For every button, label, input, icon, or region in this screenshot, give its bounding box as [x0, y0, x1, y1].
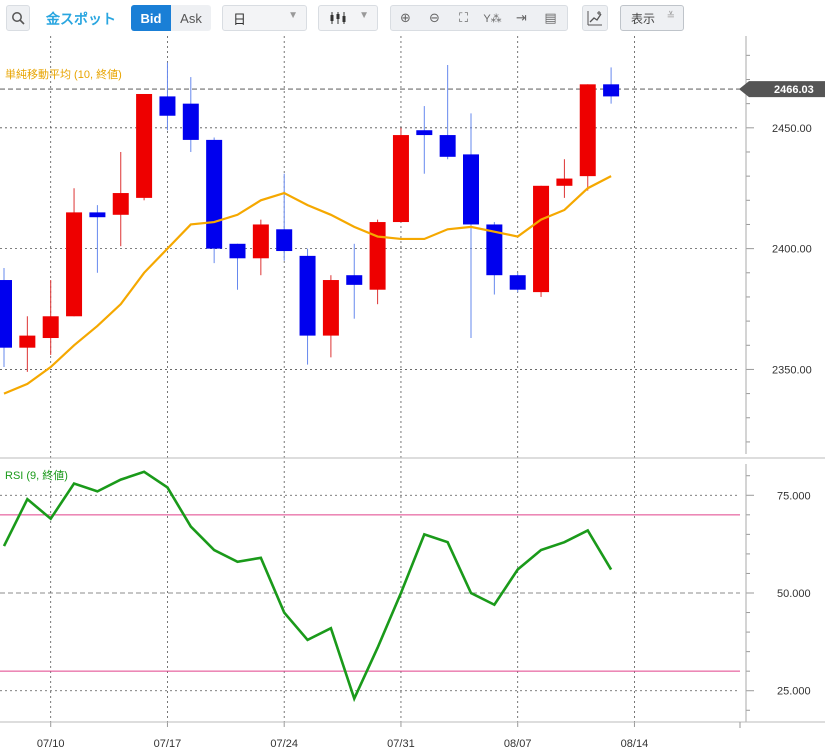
- candle-body: [112, 193, 129, 215]
- x-tick-label: 07/10: [37, 738, 65, 750]
- down-candle: [463, 113, 479, 339]
- up-candle: [369, 219, 386, 305]
- down-candle: [206, 137, 223, 264]
- x-tick-label: 08/07: [504, 738, 532, 750]
- down-candle: [416, 106, 433, 174]
- chevron-down-icon: ≚: [666, 11, 675, 22]
- down-candle: [159, 62, 176, 131]
- chart-area[interactable]: 07/10 07/17 07/24 07/31 08/07 08/14 2350.00 240…: [0, 36, 825, 752]
- candle-body: [579, 84, 596, 177]
- candle-body: [66, 212, 83, 317]
- candle-body: [322, 280, 339, 336]
- up-candle: [579, 84, 596, 191]
- up-candle: [42, 280, 59, 355]
- down-candle: [299, 248, 316, 365]
- candlestick-icon: [330, 12, 346, 24]
- up-candle: [322, 275, 339, 358]
- down-candle: [0, 267, 12, 368]
- axis-labels: 07/10 07/17 07/24 07/31 08/07 08/14 2350.00 240…: [37, 123, 812, 750]
- y-tick-label: 2450.00: [772, 123, 812, 135]
- rsi-chart-title: RSI (9, 終値): [5, 468, 68, 482]
- display-label: 表示: [631, 11, 656, 26]
- fit-icon[interactable]: ⛶: [449, 10, 478, 26]
- candle-body: [603, 84, 620, 97]
- candlestick-series: [0, 62, 620, 372]
- drawing-button[interactable]: [582, 5, 608, 31]
- candle-body: [463, 154, 479, 225]
- down-candle: [346, 243, 363, 319]
- price-scale-icon[interactable]: Y⁂: [478, 12, 507, 25]
- candle-body: [533, 185, 550, 293]
- period-select[interactable]: 日 ▼: [222, 5, 307, 31]
- up-candle: [136, 93, 153, 201]
- up-candle: [556, 159, 573, 198]
- candle-body: [0, 280, 12, 348]
- candle-body: [392, 135, 409, 223]
- candle-body: [206, 139, 223, 249]
- candle-body: [229, 243, 246, 259]
- down-candle: [89, 205, 106, 273]
- candle-body: [252, 224, 269, 259]
- candle-body: [42, 316, 59, 339]
- zoom-out-icon[interactable]: ⊖: [420, 10, 449, 26]
- candle-body: [299, 255, 316, 336]
- up-candle: [112, 151, 129, 247]
- display-menu-button[interactable]: 表示 ≚: [620, 5, 684, 31]
- toolbar: 金スポット Bid Ask 日 ▼ ▼ ⊕ ⊖ ⛶ Y⁂ ⇥ ▤ 表示 ≚: [0, 0, 825, 36]
- x-tick-label: 07/31: [387, 738, 415, 750]
- x-tick-label: 07/24: [270, 738, 298, 750]
- axes: [0, 36, 825, 728]
- chevron-down-icon: ▼: [288, 10, 298, 21]
- candle-body: [182, 103, 199, 140]
- x-tick-label: 07/17: [154, 738, 182, 750]
- bid-button[interactable]: Bid: [131, 5, 171, 31]
- down-candle: [182, 77, 199, 152]
- down-candle: [509, 272, 526, 293]
- y-tick-label: 2350.00: [772, 364, 812, 376]
- ask-button[interactable]: Ask: [171, 5, 211, 31]
- up-candle: [392, 127, 409, 223]
- y-tick-label: 25.000: [777, 686, 811, 698]
- down-candle: [276, 173, 293, 261]
- down-candle: [229, 243, 246, 290]
- candle-body: [136, 93, 153, 198]
- candle-body: [89, 212, 106, 218]
- chart-type-select[interactable]: ▼: [318, 5, 378, 31]
- current-price-tag: 2466.03: [739, 81, 825, 98]
- candle-body: [19, 335, 36, 348]
- up-candle: [19, 316, 36, 372]
- current-price-label: 2466.03: [774, 84, 814, 96]
- x-tick-label: 08/14: [621, 738, 649, 750]
- period-value: 日: [233, 11, 247, 27]
- search-icon: [12, 12, 25, 25]
- up-candle: [533, 185, 550, 297]
- candle-body: [509, 275, 526, 290]
- zoom-in-icon[interactable]: ⊕: [391, 10, 420, 26]
- grid-lines: [0, 36, 740, 722]
- chart-tools-group: ⊕ ⊖ ⛶ Y⁂ ⇥ ▤: [390, 5, 568, 31]
- candle-body: [556, 178, 573, 186]
- y-tick-label: 75.000: [777, 490, 811, 502]
- down-candle: [439, 64, 456, 160]
- candle-body: [439, 135, 456, 157]
- up-candle: [252, 219, 269, 276]
- symbol-name[interactable]: 金スポット: [46, 9, 116, 29]
- price-chart-title: 単純移動平均 (10, 終値): [5, 67, 122, 81]
- search-button[interactable]: [6, 5, 30, 31]
- up-candle: [66, 188, 83, 317]
- down-candle: [603, 67, 620, 104]
- candle-body: [369, 222, 386, 290]
- rsi-line: [2, 470, 613, 703]
- notes-icon[interactable]: ▤: [536, 10, 565, 26]
- y-tick-label: 2400.00: [772, 244, 812, 256]
- drawing-icon: [587, 11, 602, 26]
- jump-to-latest-icon[interactable]: ⇥: [507, 10, 536, 26]
- chevron-down-icon: ▼: [359, 10, 369, 21]
- y-tick-label: 50.000: [777, 588, 811, 600]
- candle-body: [346, 275, 363, 285]
- candle-body: [416, 130, 433, 136]
- candle-body: [159, 96, 176, 116]
- candle-body: [276, 229, 293, 252]
